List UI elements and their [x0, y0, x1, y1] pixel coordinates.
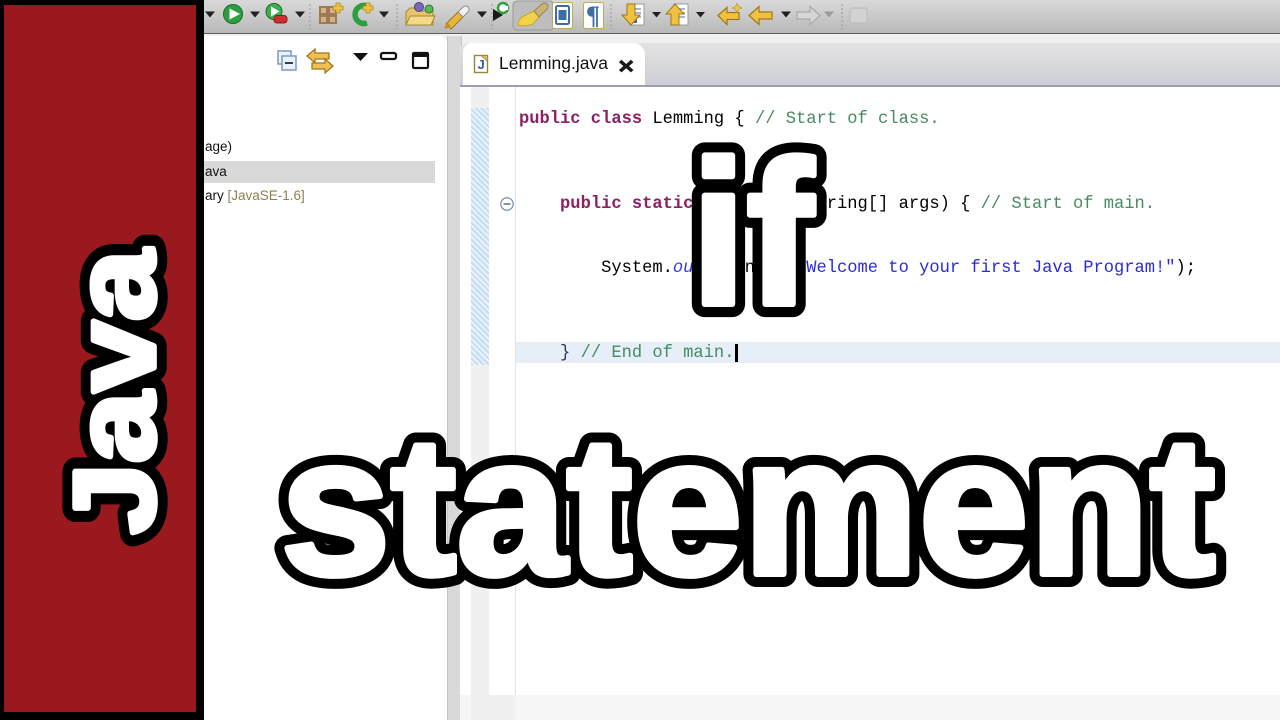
svg-text:statement: statement: [280, 395, 1215, 615]
svg-text:if: if: [691, 119, 814, 348]
svg-text:Java: Java: [50, 248, 178, 534]
